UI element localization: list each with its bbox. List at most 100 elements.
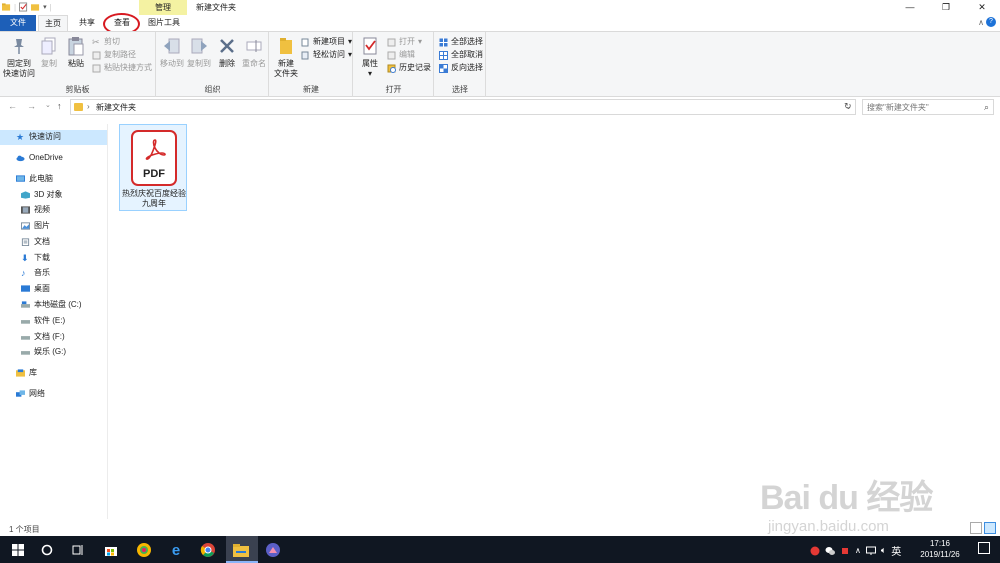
address-bar[interactable]: › 新建文件夹 ⌄ [70,99,856,115]
browser-360-icon[interactable] [134,540,154,560]
pin-to-quick-access-button[interactable]: 固定到 快速访问 [3,36,35,79]
breadcrumb-current[interactable]: 新建文件夹 [96,102,136,113]
tab-home[interactable]: 主页 [38,15,68,31]
folder-icon[interactable] [2,2,11,12]
nav-item-documents[interactable]: 文档 [21,235,50,249]
open-button[interactable]: 打开 ▾ [387,36,422,48]
paste-shortcut-icon [92,64,101,72]
network-monitor-icon[interactable] [865,546,876,556]
chrome-icon[interactable] [198,540,218,560]
download-arrow-icon: ⬇ [21,253,29,263]
copy-icon [41,37,56,55]
properties-check-icon[interactable] [19,2,28,12]
search-input[interactable] [863,100,978,114]
nav-item-drive-g[interactable]: 娱乐 (G:) [21,345,66,359]
search-box[interactable]: ⌕ [862,99,994,115]
breadcrumb-chevron-icon[interactable]: › [87,102,90,111]
properties-label: 属性 [362,59,378,68]
action-center-icon[interactable] [978,542,990,554]
new-folder-icon[interactable] [31,2,40,12]
delete-button[interactable]: 删除 [215,36,239,69]
picture-icon [21,222,30,230]
tab-picture-tools[interactable]: 图片工具 [142,15,186,31]
history-button[interactable]: 历史记录 [387,62,431,74]
copy-path-label: 复制路径 [104,50,136,59]
wechat-icon[interactable] [825,546,835,556]
clock[interactable]: 17:16 2019/11/26 [918,538,962,560]
nav-item-music[interactable]: ♪ 音乐 [21,266,50,280]
file-item-pdf[interactable]: PDF 热烈庆祝百度经验九周年 [119,124,187,211]
new-item-button[interactable]: 新建项目 ▾ [301,36,352,48]
task-view-icon[interactable] [67,540,87,560]
status-bar: 1 个项目 [0,520,1000,536]
nav-item-drive-c[interactable]: 本地磁盘 (C:) [21,298,82,312]
context-tab-manage[interactable]: 管理 [139,0,187,15]
nav-item-downloads[interactable]: ⬇ 下载 [21,251,50,265]
dropdown-arrow-icon: ▾ [367,69,372,78]
edit-button[interactable]: 编辑 [387,49,415,61]
store-icon[interactable] [101,540,121,560]
ribbon-collapse-icon[interactable]: ∧ [978,18,984,27]
nav-item-3d-objects[interactable]: 3D 对象 [21,188,62,202]
windows-start-icon[interactable] [8,540,28,560]
window-controls: — ❐ ✕ [892,0,1000,15]
cortana-search-icon[interactable] [37,540,57,560]
nav-label: 文档 (F:) [34,332,65,341]
nav-item-drive-f[interactable]: 文档 (F:) [21,330,65,344]
copy-to-button[interactable]: 复制到 [185,36,213,69]
properties-icon [363,37,377,55]
copy-path-button[interactable]: 复制路径 [92,49,136,61]
clock-date: 2019/11/26 [920,550,960,559]
nav-item-pictures[interactable]: 图片 [21,219,50,233]
nav-item-network[interactable]: 网络 [16,387,45,401]
tab-file[interactable]: 文件 [0,15,36,31]
nav-item-this-pc[interactable]: 此电脑 [16,172,53,186]
nav-item-library[interactable]: 库 [16,366,37,380]
recent-locations-icon[interactable]: ⌄ [45,101,51,109]
paste-button[interactable]: 粘贴 [63,36,89,69]
paste-shortcut-button[interactable]: 粘贴快捷方式 [92,62,152,74]
maximize-button[interactable]: ❐ [928,0,964,15]
nav-item-videos[interactable]: 视频 [21,203,50,217]
address-row: ← → ⌄ ↑ › 新建文件夹 ⌄ ↻ ⌕ [0,98,1000,116]
move-to-button[interactable]: 移动到 [158,36,186,69]
forward-arrow-icon[interactable]: → [27,101,36,111]
nav-item-quick-access[interactable]: ★ 快速访问 [16,130,61,144]
invert-selection-button[interactable]: 反向选择 [439,62,483,74]
paste-label: 粘贴 [68,59,84,68]
close-button[interactable]: ✕ [964,0,1000,15]
tab-share[interactable]: 共享 [72,15,102,31]
nav-item-drive-e[interactable]: 软件 (E:) [21,314,65,328]
copy-button[interactable]: 复制 [37,36,61,69]
dropdown-arrow-icon: ▾ [418,37,423,46]
help-icon[interactable]: ? [986,17,996,27]
details-view-icon[interactable] [970,522,982,534]
tray-app-icon[interactable] [810,546,820,556]
file-explorer-icon[interactable] [231,540,251,560]
open-group: 属性 ▾ 打开 ▾ 编辑 历史记录 打开 [354,32,434,97]
refresh-icon[interactable]: ↻ [844,101,852,112]
select-none-button[interactable]: 全部取消 [439,49,483,61]
cut-button[interactable]: ✂ 剪切 [92,36,120,48]
app-icon[interactable] [263,540,283,560]
select-all-button[interactable]: 全部选择 [439,36,483,48]
tray-flag-icon[interactable] [840,546,850,556]
up-arrow-icon[interactable]: ↑ [57,101,62,111]
back-arrow-icon[interactable]: ← [8,101,17,111]
nav-item-onedrive[interactable]: OneDrive [16,151,63,165]
nav-item-desktop[interactable]: 桌面 [21,282,50,296]
customize-toolbar-icon[interactable]: ▾ [43,3,47,11]
properties-button[interactable]: 属性 ▾ [357,36,383,79]
minimize-button[interactable]: — [892,0,928,15]
edge-icon[interactable]: e [166,540,186,560]
search-icon[interactable]: ⌕ [984,102,989,113]
new-folder-label-1: 新建 [278,59,294,68]
pdf-file-icon: PDF [131,130,177,186]
ime-indicator[interactable]: 英 [891,543,901,558]
rename-button[interactable]: 重命名 [240,36,268,69]
tray-expand-icon[interactable]: ∧ [855,546,861,555]
new-folder-button[interactable]: 新建 文件夹 [272,36,300,79]
large-icons-view-icon[interactable] [984,522,996,534]
easy-access-button[interactable]: 轻松访问 ▾ [301,49,352,61]
volume-icon[interactable]: 🔈︎ [881,545,886,556]
